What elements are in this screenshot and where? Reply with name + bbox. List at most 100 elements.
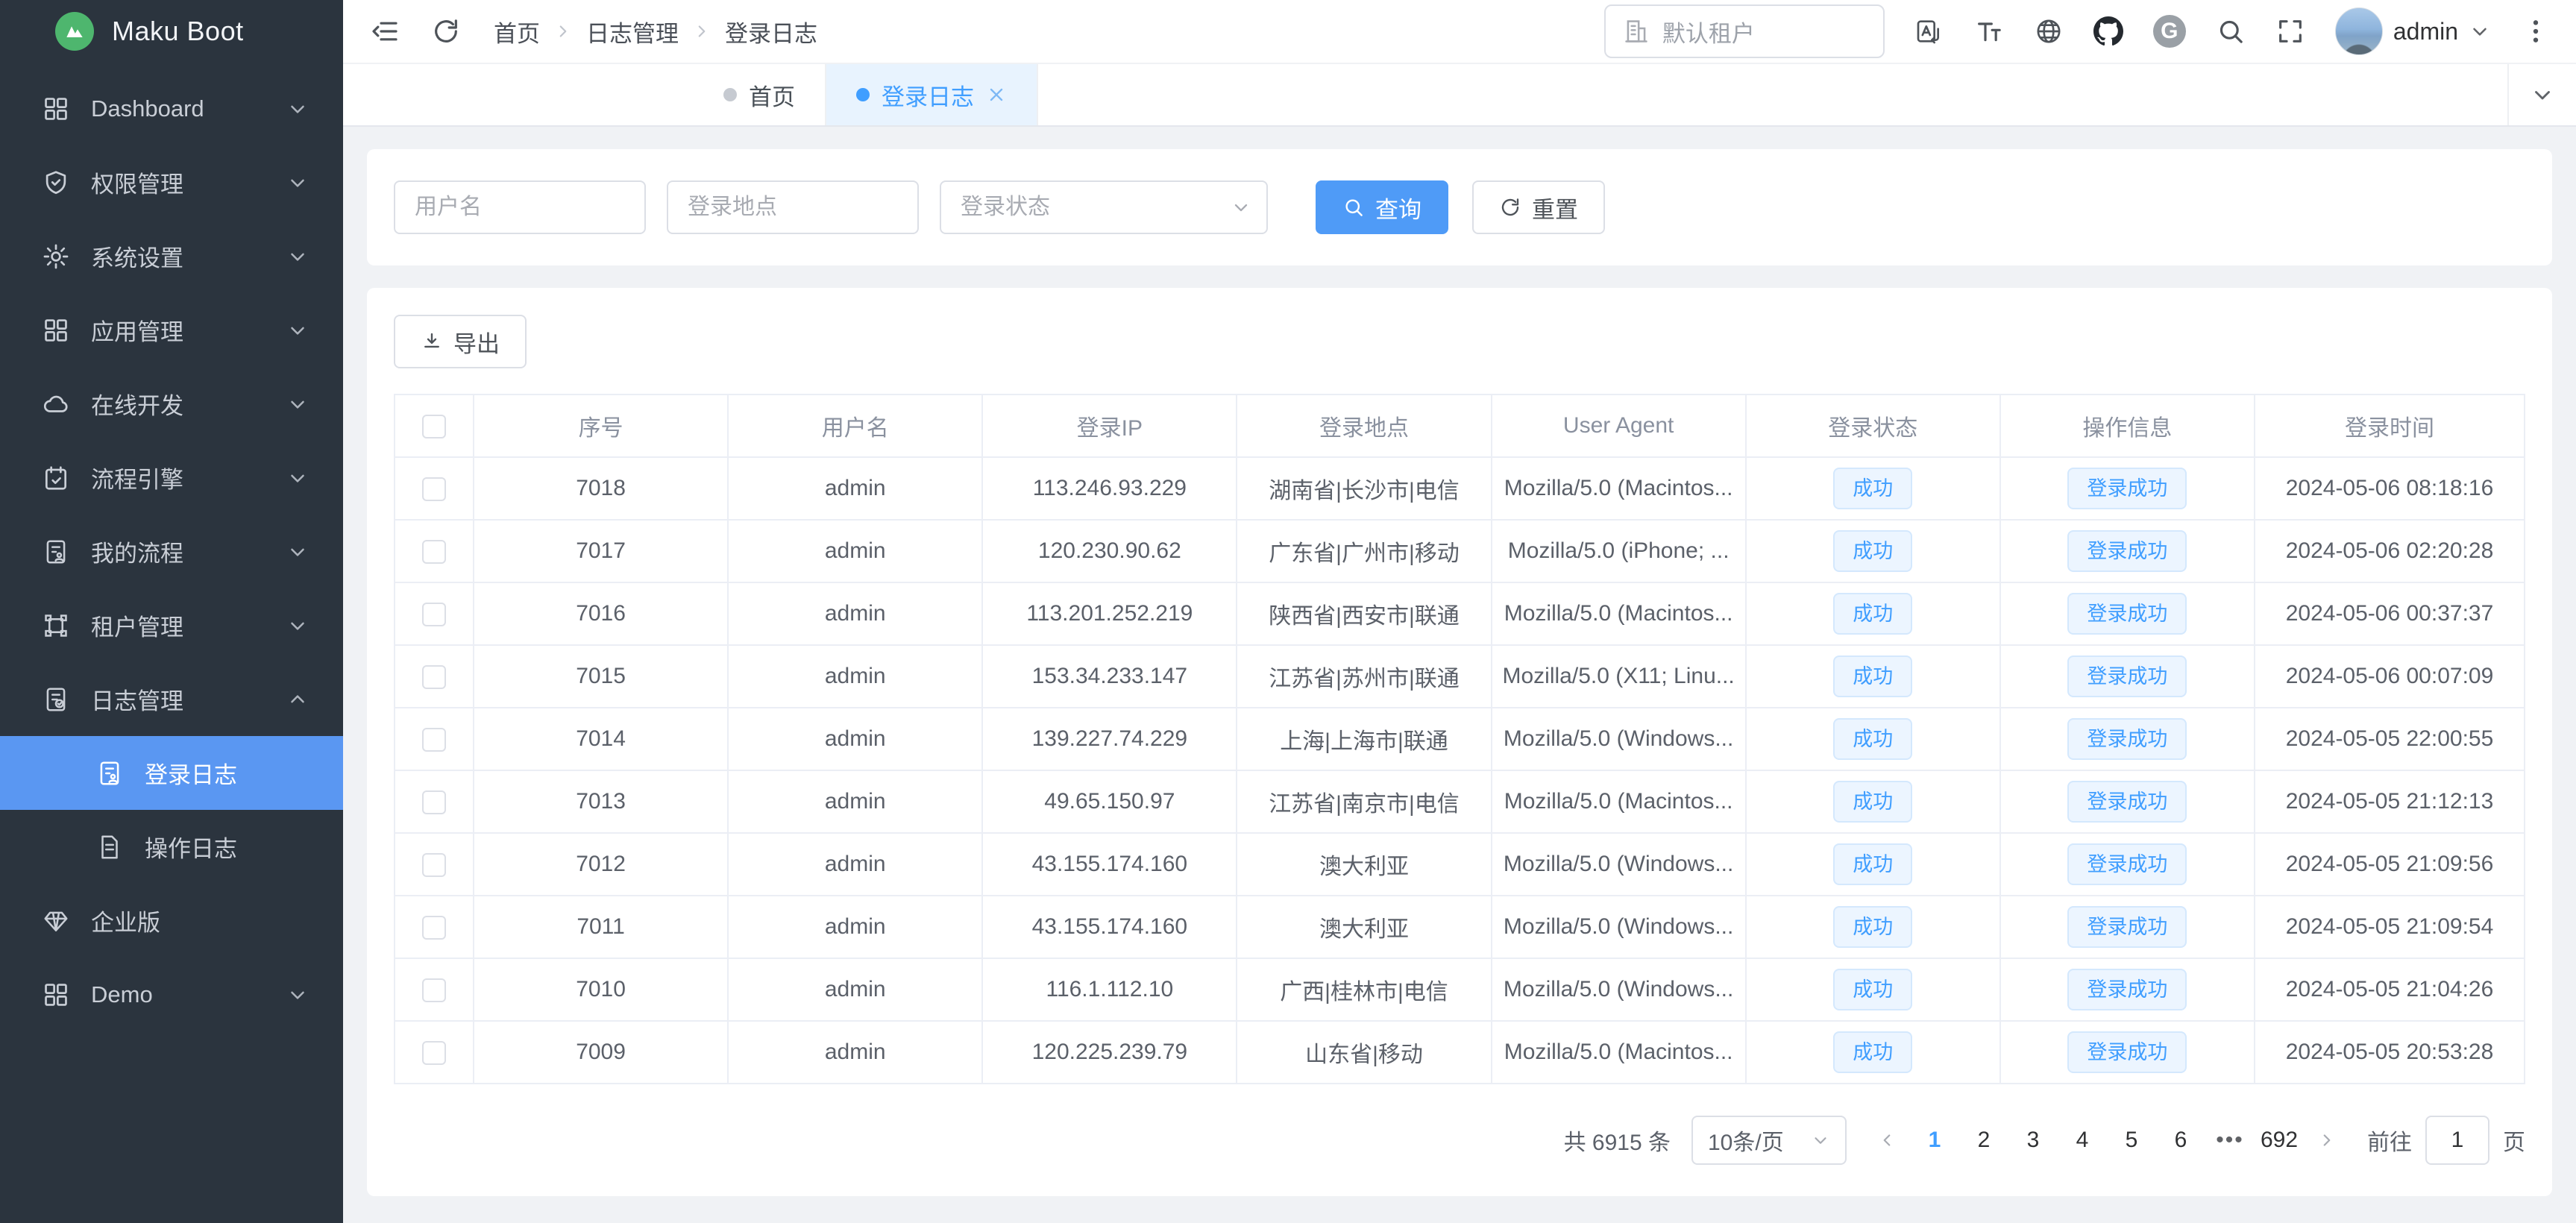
sidebar-item-6[interactable]: 我的流程 (0, 515, 343, 588)
prev-page-button[interactable] (1867, 1121, 1906, 1160)
building-icon (1622, 17, 1650, 45)
user-menu[interactable]: admin (2335, 7, 2491, 55)
status-badge: 成功 (1833, 655, 1912, 697)
refresh-icon[interactable] (431, 16, 461, 46)
pager-page-3[interactable]: 3 (2012, 1119, 2054, 1161)
cell-location: 湖南省|长沙市|电信 (1237, 457, 1491, 520)
login-status-select[interactable] (940, 180, 1268, 234)
cell-time: 2024-05-05 20:53:28 (2255, 1021, 2525, 1084)
chevron-down-icon (286, 467, 309, 489)
app-logo[interactable]: Maku Boot (0, 0, 343, 63)
reset-button[interactable]: 重置 (1472, 180, 1605, 234)
grid-icon (42, 95, 70, 123)
row-checkbox[interactable] (422, 978, 446, 1002)
translate-icon[interactable] (1914, 16, 1944, 46)
breadcrumb-log-management[interactable]: 日志管理 (586, 15, 679, 48)
cell-location: 澳大利亚 (1237, 896, 1491, 958)
username-input[interactable] (394, 180, 646, 234)
chevron-down-icon (286, 984, 309, 1006)
operation-badge[interactable]: 登录成功 (2067, 969, 2187, 1010)
operation-badge[interactable]: 登录成功 (2067, 718, 2187, 760)
breadcrumb-home[interactable]: 首页 (494, 15, 540, 48)
row-checkbox[interactable] (422, 916, 446, 940)
tab-close-icon[interactable] (986, 84, 1007, 105)
cell-location: 江苏省|苏州市|联通 (1237, 645, 1491, 708)
operation-badge[interactable]: 登录成功 (2067, 906, 2187, 948)
pager-page-1[interactable]: 1 (1914, 1119, 1955, 1161)
sidebar-item-4[interactable]: 在线开发 (0, 367, 343, 441)
sidebar-item-11[interactable]: 企业版 (0, 884, 343, 958)
row-checkbox[interactable] (422, 790, 446, 814)
operation-badge[interactable]: 登录成功 (2067, 655, 2187, 697)
gitee-icon[interactable]: G (2153, 15, 2186, 48)
sidebar-item-7[interactable]: 租户管理 (0, 588, 343, 662)
next-page-button[interactable] (2308, 1121, 2346, 1160)
query-button[interactable]: 查询 (1316, 180, 1448, 234)
content: 查询 重置 导出 序号 (343, 127, 2576, 1223)
fullscreen-icon[interactable] (2275, 16, 2305, 46)
login-location-input[interactable] (667, 180, 919, 234)
operation-badge[interactable]: 登录成功 (2067, 468, 2187, 509)
sidebar-item-9[interactable]: 登录日志 (0, 736, 343, 810)
status-badge: 成功 (1833, 593, 1912, 635)
download-icon (421, 330, 443, 353)
pager-page-2[interactable]: 2 (1963, 1119, 2005, 1161)
row-checkbox[interactable] (422, 853, 446, 877)
goto-page: 前往 页 (2367, 1116, 2525, 1165)
pager-more[interactable]: ••• (2209, 1119, 2251, 1161)
grid-icon (42, 981, 70, 1009)
sidebar-item-5[interactable]: 流程引擎 (0, 441, 343, 515)
search-icon[interactable] (2216, 16, 2246, 46)
kebab-menu-icon[interactable] (2521, 16, 2551, 46)
page-size-select[interactable]: 10条/页 (1691, 1116, 1847, 1165)
cell-time: 2024-05-05 21:09:54 (2255, 896, 2525, 958)
goto-page-input[interactable] (2425, 1116, 2489, 1165)
pager-page-692[interactable]: 692 (2258, 1119, 2300, 1161)
operation-badge[interactable]: 登录成功 (2067, 843, 2187, 885)
sidebar-item-10[interactable]: 操作日志 (0, 810, 343, 884)
font-size-icon[interactable] (1974, 16, 2004, 46)
cell-location: 上海|上海市|联通 (1237, 708, 1491, 770)
sidebar-item-3[interactable]: 应用管理 (0, 293, 343, 367)
operation-badge[interactable]: 登录成功 (2067, 593, 2187, 635)
operation-badge[interactable]: 登录成功 (2067, 781, 2187, 823)
chevron-down-icon (286, 98, 309, 120)
select-all-checkbox[interactable] (422, 415, 446, 438)
github-icon[interactable] (2093, 16, 2123, 46)
operation-badge[interactable]: 登录成功 (2067, 530, 2187, 572)
sidebar-item-0[interactable]: Dashboard (0, 72, 343, 145)
pager-page-6[interactable]: 6 (2160, 1119, 2202, 1161)
cell-location: 陕西省|西安市|联通 (1237, 582, 1491, 645)
pager-page-5[interactable]: 5 (2111, 1119, 2152, 1161)
status-badge: 成功 (1833, 718, 1912, 760)
tab-home[interactable]: 首页 (694, 64, 826, 125)
col-user-agent: User Agent (1492, 394, 1746, 457)
row-checkbox[interactable] (422, 665, 446, 689)
row-checkbox[interactable] (422, 1041, 446, 1065)
operation-badge[interactable]: 登录成功 (2067, 1031, 2187, 1073)
login-log-table: 序号 用户名 登录IP 登录地点 User Agent 登录状态 操作信息 登录… (394, 394, 2525, 1084)
sidebar-collapse-icon[interactable] (370, 16, 400, 46)
sidebar-item-8[interactable]: 日志管理 (0, 662, 343, 736)
tabbar-dropdown[interactable] (2507, 64, 2576, 125)
row-checkbox[interactable] (422, 540, 446, 564)
cell-ip: 113.246.93.229 (982, 457, 1237, 520)
doc-user-icon (95, 759, 124, 787)
row-checkbox[interactable] (422, 728, 446, 752)
sidebar-item-2[interactable]: 系统设置 (0, 219, 343, 293)
cloud-icon (42, 390, 70, 418)
row-checkbox[interactable] (422, 603, 446, 626)
export-button[interactable]: 导出 (394, 315, 527, 368)
tenant-select[interactable]: 默认租户 (1604, 4, 1885, 58)
tab-login-log[interactable]: 登录日志 (826, 64, 1038, 125)
sidebar-item-12[interactable]: Demo (0, 958, 343, 1031)
avatar[interactable] (2335, 7, 2383, 55)
sidebar-item-1[interactable]: 权限管理 (0, 145, 343, 219)
tenant-select-value: 默认租户 (1662, 15, 1755, 48)
cell-time: 2024-05-05 21:09:56 (2255, 833, 2525, 896)
cell-user-agent: Mozilla/5.0 (Macintos... (1492, 582, 1746, 645)
row-checkbox[interactable] (422, 477, 446, 501)
language-globe-icon[interactable] (2034, 16, 2064, 46)
cell-time: 2024-05-06 00:07:09 (2255, 645, 2525, 708)
pager-page-4[interactable]: 4 (2061, 1119, 2103, 1161)
